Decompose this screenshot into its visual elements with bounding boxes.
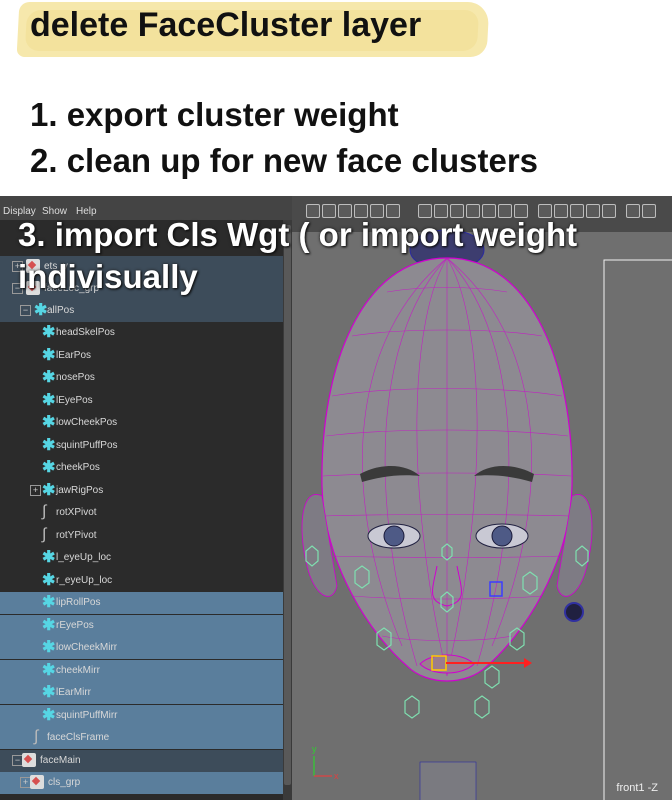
collapse-icon[interactable]: − xyxy=(20,305,31,316)
maya-screenshot: Display Show Help + ets_v − faceLoc_grp … xyxy=(0,196,672,800)
face-model: y x xyxy=(301,229,672,800)
row-label: lipRollPos xyxy=(56,597,101,608)
locator-icon: ✱ xyxy=(42,572,56,589)
row-label: l_eyeUp_loc xyxy=(56,552,112,563)
row-label: headSkelPos xyxy=(56,327,115,338)
svg-text:y: y xyxy=(312,744,317,754)
row-label: lowCheekPos xyxy=(56,417,118,428)
outliner-row-allpos[interactable]: − ✱ allPos xyxy=(0,300,283,322)
locator-icon: ✱ xyxy=(42,324,56,341)
outliner-scrollbar[interactable] xyxy=(283,220,292,800)
locator-icon: ✱ xyxy=(42,437,56,454)
row-label: r_eyeUp_loc xyxy=(56,575,113,586)
node-icon xyxy=(30,775,44,789)
scrollbar-thumb[interactable] xyxy=(284,225,291,785)
node-icon xyxy=(22,753,36,767)
viewport-panel[interactable]: y x front1 -Z xyxy=(292,196,672,800)
locator-icon: ✱ xyxy=(42,347,56,364)
row-label: rEyePos xyxy=(56,620,94,631)
outliner-panel: + ets_v − faceLoc_grp − ✱ allPos ✱ headS… xyxy=(0,220,292,800)
locator-icon: ✱ xyxy=(42,662,56,679)
row-label: lEyePos xyxy=(56,395,93,406)
outliner-row-facemain[interactable]: − faceMain xyxy=(0,750,283,772)
outliner-row-rotypivot[interactable]: ∫ rotYPivot xyxy=(0,525,283,547)
outliner-row-faceclsframe[interactable]: ∫ faceClsFrame xyxy=(0,727,283,749)
locator-icon: ✱ xyxy=(42,482,56,499)
outliner-row-nosepos[interactable]: ✱ nosePos xyxy=(0,367,283,389)
locator-icon: ✱ xyxy=(42,594,56,611)
outliner-row-learmirr[interactable]: ✱ lEarMirr xyxy=(0,682,283,704)
row-label: cheekMirr xyxy=(56,665,100,676)
row-label: nosePos xyxy=(56,372,95,383)
locator-icon: ✱ xyxy=(42,549,56,566)
row-label: squintPuffPos xyxy=(56,440,118,451)
outliner-row-learpos[interactable]: ✱ lEarPos xyxy=(0,345,283,367)
outliner-row-squintpuffmirr[interactable]: ✱ squintPuffMirr xyxy=(0,705,283,727)
outliner-row-cheekpos[interactable]: ✱ cheekPos xyxy=(0,457,283,479)
row-label: squintPuffMirr xyxy=(56,710,118,721)
outliner-row-reyepos[interactable]: ✱ rEyePos xyxy=(0,615,283,637)
instruction-panel: delete FaceCluster layer 1. export clust… xyxy=(0,0,672,196)
row-label: faceClsFrame xyxy=(47,732,110,743)
row-label: rotYPivot xyxy=(56,530,97,541)
outliner-row-headskelpos[interactable]: ✱ headSkelPos xyxy=(0,322,283,344)
camera-label: front1 -Z xyxy=(616,782,658,794)
outliner-row-jawrigpos[interactable]: + ✱ jawRigPos xyxy=(0,480,283,502)
instruction-title: delete FaceCluster layer xyxy=(30,6,422,44)
outliner-row-cheekmirr[interactable]: ✱ cheekMirr xyxy=(0,660,283,682)
outliner-row-l-eyeup-loc[interactable]: ✱ l_eyeUp_loc xyxy=(0,547,283,569)
locator-icon: ✱ xyxy=(42,707,56,724)
svg-text:x: x xyxy=(334,771,339,781)
outliner-row-liprollpos[interactable]: ✱ lipRollPos xyxy=(0,592,283,614)
row-label: allPos xyxy=(47,305,75,316)
row-label: lEarPos xyxy=(56,350,92,361)
row-label: cheekPos xyxy=(56,462,100,473)
row-label: faceMain xyxy=(40,755,81,766)
row-label: rotXPivot xyxy=(56,507,97,518)
locator-icon: ✱ xyxy=(42,617,56,634)
row-label: lEarMirr xyxy=(56,687,91,698)
row-label: lowCheekMirr xyxy=(56,642,118,653)
row-label: jawRigPos xyxy=(56,485,104,496)
locator-icon: ✱ xyxy=(42,392,56,409)
row-label: cls_grp xyxy=(48,777,81,788)
locator-icon: ✱ xyxy=(34,302,48,319)
outliner-row-leyepos[interactable]: ✱ lEyePos xyxy=(0,390,283,412)
locator-icon: ✱ xyxy=(42,414,56,431)
expand-icon[interactable]: + xyxy=(30,485,41,496)
curve-icon: ∫ xyxy=(42,526,47,543)
curve-icon: ∫ xyxy=(42,503,47,520)
outliner-row-squintpuffpos[interactable]: ✱ squintPuffPos xyxy=(0,435,283,457)
outliner-row-rotxpivot[interactable]: ∫ rotXPivot xyxy=(0,502,283,524)
locator-icon: ✱ xyxy=(42,639,56,656)
locator-icon: ✱ xyxy=(42,684,56,701)
step-3-text: 3. import Cls Wgt ( or import weight xyxy=(18,216,578,253)
step-2-text: 2. clean up for new face clusters xyxy=(30,142,539,179)
outliner-row-lowcheekpos[interactable]: ✱ lowCheekPos xyxy=(0,412,283,434)
locator-icon: ✱ xyxy=(42,459,56,476)
step-3-text-continued: indivisually xyxy=(18,258,198,295)
curve-icon: ∫ xyxy=(34,728,39,745)
outliner-row-r-eyeup-loc[interactable]: ✱ r_eyeUp_loc xyxy=(0,570,283,592)
step-1-text: 1. export cluster weight xyxy=(30,96,399,133)
locator-icon: ✱ xyxy=(42,369,56,386)
outliner-row-cls-grp[interactable]: + cls_grp xyxy=(0,772,283,794)
outliner-row-lowcheekmirr[interactable]: ✱ lowCheekMirr xyxy=(0,637,283,659)
